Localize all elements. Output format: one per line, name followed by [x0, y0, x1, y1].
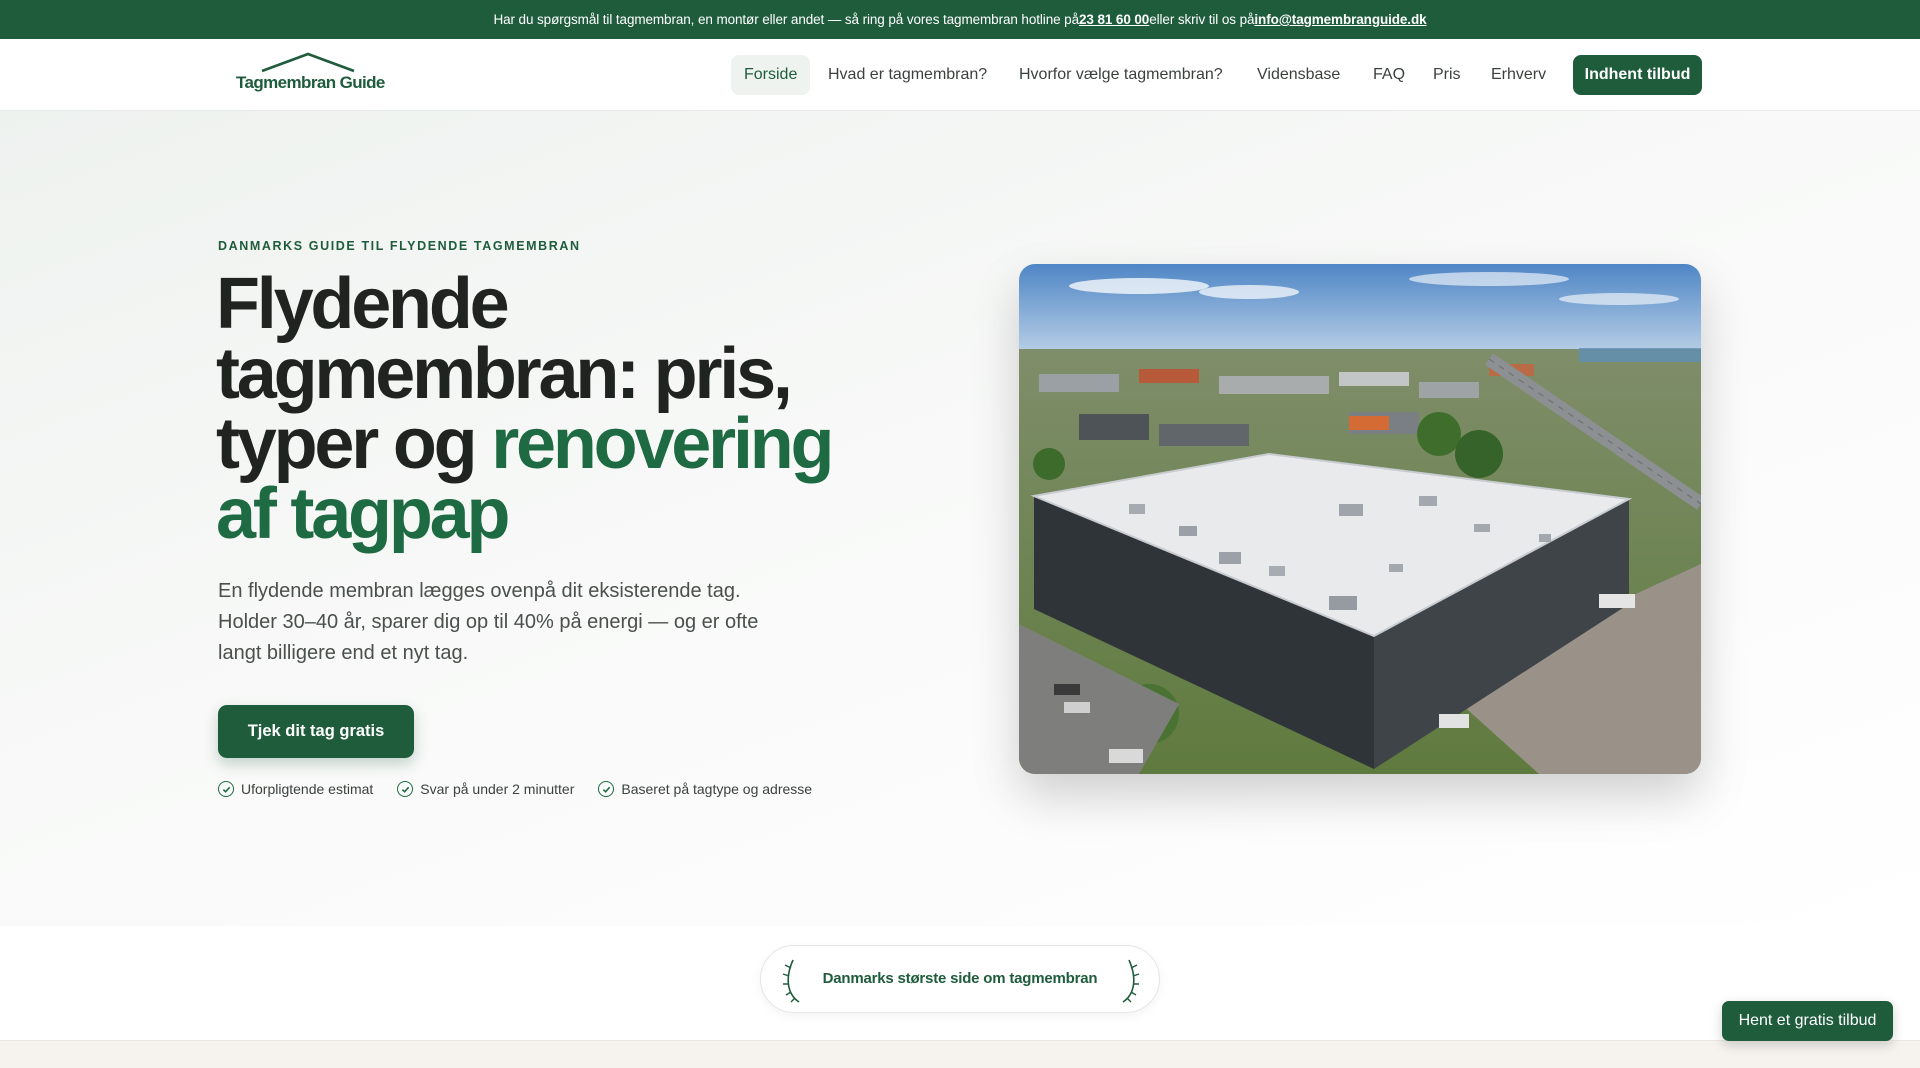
hero-aerial-photo [1019, 264, 1701, 774]
announcement-text-middle: eller skriv til os på [1149, 12, 1255, 27]
laurel-right-icon [1122, 959, 1140, 1003]
site-header: Tagmembran Guide Forside Hvad er tagmemb… [0, 39, 1920, 111]
nav-hvorfor-vaelge[interactable]: Hvorfor vælge tagmembran? [1019, 55, 1223, 95]
benefit-label: Svar på under 2 minutter [420, 781, 575, 797]
nav-vidensbase[interactable]: Vidensbase [1257, 55, 1340, 95]
benefit-item: Baseret på tagtype og adresse [598, 781, 812, 797]
check-roof-button[interactable]: Tjek dit tag gratis [218, 705, 414, 758]
hero-eyebrow: DANMARKS GUIDE TIL FLYDENDE TAGMEMBRAN [218, 239, 581, 253]
badge-label: Danmarks største side om tagmembran [822, 970, 1098, 987]
benefit-label: Uforpligtende estimat [241, 781, 374, 797]
email-link[interactable]: info@tagmembranguide.dk [1254, 12, 1426, 27]
nav-forside[interactable]: Forside [731, 55, 811, 95]
benefit-item: Uforpligtende estimat [218, 781, 373, 797]
logo-text: Tagmembran Guide [236, 73, 385, 92]
hero-section: DANMARKS GUIDE TIL FLYDENDE TAGMEMBRAN F… [0, 111, 1920, 926]
check-circle-icon [218, 781, 234, 797]
hero-lead: En flydende membran lægges ovenpå dit ek… [218, 580, 759, 664]
benefit-label: Baseret på tagtype og adresse [621, 781, 813, 797]
next-section-edge [0, 1040, 1920, 1068]
flat-roof-building-image [1019, 264, 1701, 774]
check-circle-icon [397, 781, 414, 797]
benefits-list: Uforpligtende estimat Svar på under 2 mi… [218, 781, 812, 797]
benefit-item: Svar på under 2 minutter [397, 781, 574, 797]
announcement-text: Har du spørgsmål til tagmembran, en mont… [493, 12, 1079, 27]
nav-hvad-er-tagmembran[interactable]: Hvad er tagmembran? [828, 55, 987, 95]
nav-faq[interactable]: FAQ [1373, 55, 1405, 95]
logo[interactable]: Tagmembran Guide [234, 51, 385, 101]
get-quote-button[interactable]: Indhent tilbud [1573, 55, 1702, 95]
announcement-bar: Har du spørgsmål til tagmembran, en mont… [0, 0, 1920, 39]
nav-erhverv[interactable]: Erhverv [1491, 55, 1546, 95]
trust-badge: Danmarks største side om tagmembran [760, 945, 1160, 1013]
roof-logo-icon [261, 52, 355, 73]
nav-pris[interactable]: Pris [1433, 55, 1461, 95]
hotline-phone-link[interactable]: 23 81 60 00 [1079, 12, 1149, 27]
floating-free-quote-button[interactable]: Hent et gratis tilbud [1722, 1001, 1893, 1041]
check-circle-icon [598, 781, 615, 797]
hero-headline: Flydende tagmembran: pris, typer og reno… [216, 268, 896, 550]
